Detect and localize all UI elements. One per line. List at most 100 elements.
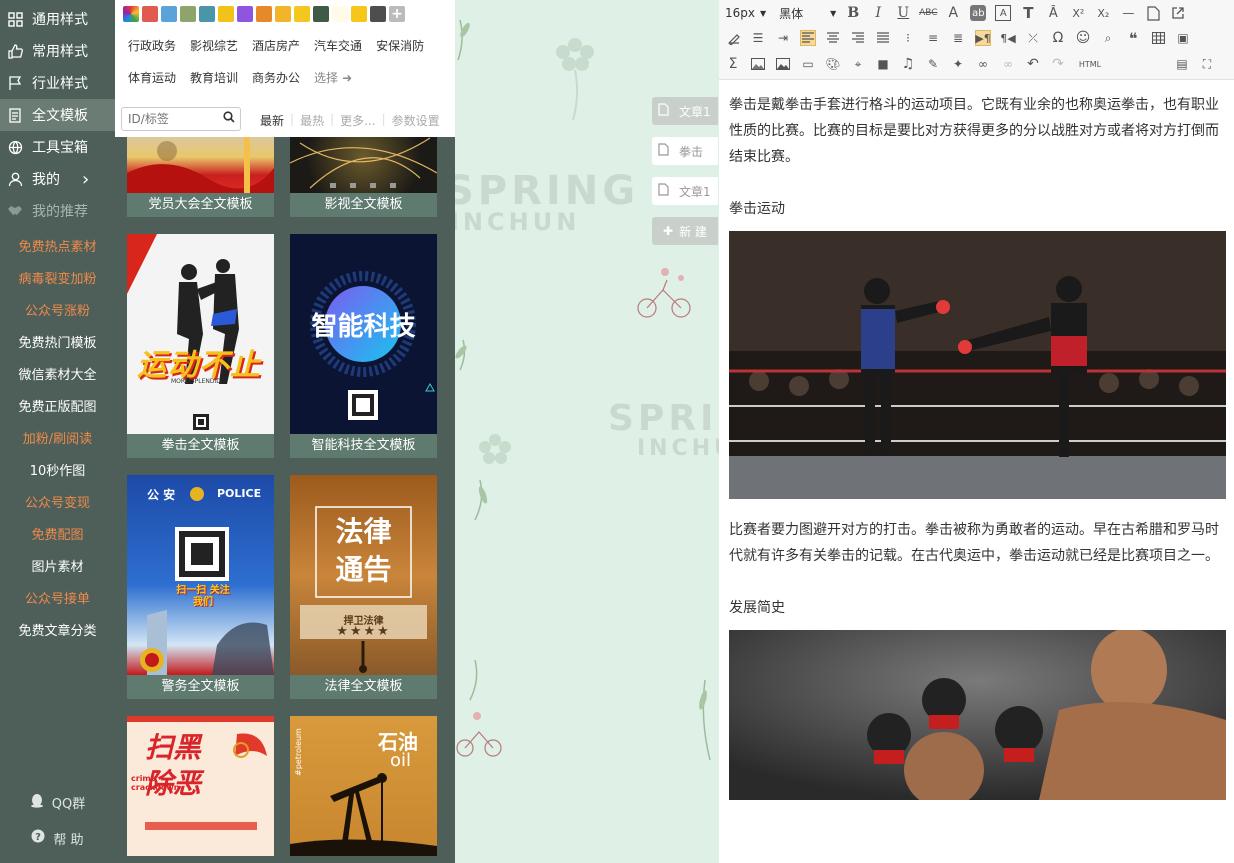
- nav-item-mine[interactable]: 我的 ›: [0, 163, 115, 195]
- music-icon[interactable]: ♫: [900, 56, 916, 72]
- help-link[interactable]: ? 帮 助: [0, 824, 115, 852]
- line-height-icon[interactable]: ⁝: [900, 30, 916, 46]
- promo-link[interactable]: 免费热点素材: [0, 229, 115, 261]
- template-card-film[interactable]: 影视全文模板: [290, 133, 437, 217]
- params-settings[interactable]: 参数设置: [392, 112, 440, 129]
- template-search-input[interactable]: [128, 112, 218, 126]
- promo-link[interactable]: 公众号涨粉: [0, 293, 115, 325]
- color-swatch[interactable]: [199, 6, 215, 22]
- subscript-icon[interactable]: X₂: [1095, 5, 1111, 21]
- quote-icon[interactable]: ❝: [1125, 29, 1141, 48]
- category-link[interactable]: 安保消防: [376, 38, 424, 55]
- list-icon[interactable]: ≣: [950, 30, 966, 46]
- save-template-icon[interactable]: ▣: [1175, 30, 1191, 46]
- template-card-law[interactable]: 法律 通告 捍卫法律 ★★★★ 法律全文模板: [290, 475, 437, 699]
- color-swatch[interactable]: [275, 6, 291, 22]
- sort-newest[interactable]: 最新: [260, 112, 284, 129]
- format-painter-icon[interactable]: ⤫: [1025, 30, 1041, 46]
- unlink-icon[interactable]: ∞: [1000, 56, 1016, 72]
- template-card-crackdown[interactable]: 扫黑 除恶 crime crackdown: [127, 716, 274, 856]
- underline-icon[interactable]: U: [895, 5, 911, 21]
- bold-icon[interactable]: B: [845, 5, 861, 21]
- indent-icon[interactable]: ☰: [750, 30, 766, 46]
- multi-image-icon[interactable]: [775, 56, 791, 72]
- highlight-icon[interactable]: ab: [970, 5, 987, 21]
- superscript-icon[interactable]: X²: [1070, 5, 1086, 21]
- template-card-petroleum[interactable]: 石油 oil #petroleum: [290, 716, 437, 856]
- external-link-icon[interactable]: [1170, 5, 1186, 21]
- undo-icon[interactable]: ↶: [1025, 56, 1041, 72]
- nav-item-general-styles[interactable]: 通用样式: [0, 3, 115, 35]
- color-swatch[interactable]: [370, 6, 386, 22]
- category-link[interactable]: 影视综艺: [190, 38, 238, 55]
- align-center-icon[interactable]: [825, 30, 841, 46]
- rainbow-color-swatch[interactable]: [123, 6, 139, 22]
- promo-link[interactable]: 公众号接单: [0, 581, 115, 613]
- color-swatch[interactable]: [218, 6, 234, 22]
- text-border-icon[interactable]: A: [995, 5, 1012, 21]
- promo-link[interactable]: 微信素材大全: [0, 357, 115, 389]
- search-icon[interactable]: [223, 111, 235, 127]
- brush-icon[interactable]: ✎: [925, 56, 941, 72]
- sort-hottest[interactable]: 最热: [300, 112, 324, 129]
- search-replace-icon[interactable]: ⌕: [1100, 30, 1116, 46]
- outdent-icon[interactable]: ⇥: [775, 30, 791, 46]
- category-link[interactable]: 教育培训: [190, 70, 238, 87]
- html-source-button[interactable]: HTML: [1075, 56, 1105, 72]
- link-icon[interactable]: ∞: [975, 56, 991, 72]
- align-right-icon[interactable]: [850, 30, 866, 46]
- nav-item-industry-styles[interactable]: 行业样式: [0, 67, 115, 99]
- select-category-button[interactable]: 选择 ➜: [314, 70, 352, 87]
- promo-link[interactable]: 图片素材: [0, 549, 115, 581]
- promo-link[interactable]: 病毒裂变加粉: [0, 261, 115, 293]
- ltr-direction-icon[interactable]: ▶¶: [975, 30, 991, 46]
- template-card-police[interactable]: 公 安 POLICE 扫一扫 关注我们 警务全文模板: [127, 475, 274, 699]
- letter-spacing-icon[interactable]: Ȃ: [1045, 5, 1061, 21]
- align-justify-icon[interactable]: [875, 30, 891, 46]
- video-icon[interactable]: ■: [875, 56, 891, 72]
- nav-item-toolbox[interactable]: 工具宝箱: [0, 131, 115, 163]
- omega-icon[interactable]: Ω: [1050, 30, 1066, 46]
- table-icon[interactable]: [1150, 30, 1166, 46]
- color-swatch[interactable]: [294, 6, 310, 22]
- color-swatch[interactable]: [237, 6, 253, 22]
- color-swatch[interactable]: [313, 6, 329, 22]
- emoji-icon[interactable]: ☺: [1075, 30, 1091, 46]
- text-size-icon[interactable]: T: [1020, 4, 1036, 22]
- category-link[interactable]: 体育运动: [128, 70, 176, 87]
- template-card-tech[interactable]: 智能科技 智能科技全文模板: [290, 234, 437, 458]
- preview-icon[interactable]: ▤: [1174, 56, 1190, 72]
- doc-tab-article1[interactable]: 文章1: [652, 97, 718, 125]
- magic-wand-icon[interactable]: ✦: [950, 56, 966, 72]
- sigma-icon[interactable]: Σ: [725, 56, 741, 72]
- promo-link[interactable]: 免费正版配图: [0, 389, 115, 421]
- doc-tab-boxing[interactable]: 拳击: [652, 137, 718, 165]
- promo-link[interactable]: 加粉/刷阅读: [0, 421, 115, 453]
- font-color-icon[interactable]: A: [945, 5, 961, 21]
- add-color-icon[interactable]: +: [389, 6, 405, 22]
- nav-item-common-styles[interactable]: 常用样式: [0, 35, 115, 67]
- paragraph-spacing-icon[interactable]: ≡: [925, 30, 941, 46]
- new-document-button[interactable]: ✚ 新 建: [652, 217, 718, 245]
- image-icon[interactable]: [750, 56, 766, 72]
- color-swatch[interactable]: [351, 6, 367, 22]
- color-swatch[interactable]: [256, 6, 272, 22]
- nav-item-my-recommend[interactable]: 我的推荐: [0, 195, 115, 227]
- promo-link[interactable]: 免费配图: [0, 517, 115, 549]
- category-link[interactable]: 商务办公: [252, 70, 300, 87]
- category-link[interactable]: 汽车交通: [314, 38, 362, 55]
- color-swatch[interactable]: [332, 6, 348, 22]
- promo-link[interactable]: 公众号变现: [0, 485, 115, 517]
- map-icon[interactable]: ⌖: [850, 56, 866, 72]
- color-swatch[interactable]: [161, 6, 177, 22]
- fullscreen-icon[interactable]: ⛶: [1199, 56, 1215, 72]
- video-frame-icon[interactable]: ▭: [800, 56, 816, 72]
- color-swatch[interactable]: [180, 6, 196, 22]
- editor-content[interactable]: 拳击是戴拳击手套进行格斗的运动项目。它既有业余的也称奥运拳击，也有职业性质的比赛…: [719, 80, 1234, 800]
- font-size-select[interactable]: 16px ▼: [725, 6, 766, 20]
- palette-icon[interactable]: 🎨︎: [825, 56, 841, 72]
- font-family-select[interactable]: 黑体 ▼: [779, 5, 836, 22]
- sort-more[interactable]: 更多...: [340, 112, 375, 129]
- nav-item-full-templates[interactable]: 全文模板: [0, 99, 115, 131]
- horizontal-rule-icon[interactable]: —: [1120, 5, 1136, 21]
